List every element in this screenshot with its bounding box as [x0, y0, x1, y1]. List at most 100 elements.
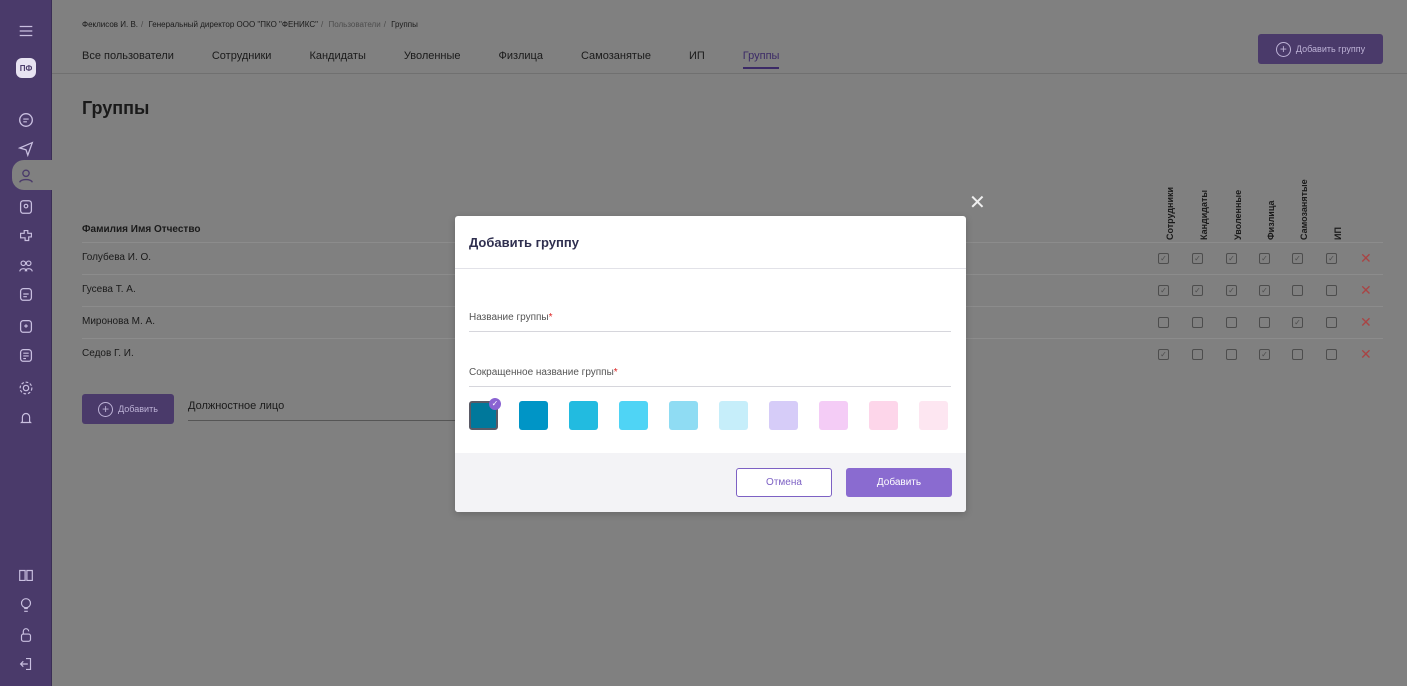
- checkbox-unchecked[interactable]: [1192, 317, 1203, 328]
- group-name-field[interactable]: Название группы*: [469, 312, 951, 332]
- breadcrumb-company[interactable]: Генеральный директор ООО "ПКО "ФЕНИКС": [149, 20, 319, 29]
- plus-circle-icon: +: [98, 401, 114, 417]
- tab-employees[interactable]: Сотрудники: [212, 50, 272, 69]
- menu-icon[interactable]: [0, 16, 52, 46]
- close-icon[interactable]: ✕: [969, 193, 986, 213]
- column-header: ИП: [1333, 227, 1343, 240]
- checkbox-checked[interactable]: ✓: [1226, 253, 1237, 264]
- checkbox-unchecked[interactable]: [1259, 317, 1270, 328]
- tabs-divider: [52, 73, 1407, 74]
- checkbox-checked[interactable]: ✓: [1259, 253, 1270, 264]
- checkbox-unchecked[interactable]: [1192, 349, 1203, 360]
- row-name: Голубева И. О.: [82, 252, 152, 263]
- color-swatch[interactable]: [869, 401, 898, 430]
- color-swatch[interactable]: [569, 401, 598, 430]
- delete-icon[interactable]: ✕: [1360, 346, 1372, 363]
- add-group-button[interactable]: + Добавить группу: [1258, 34, 1383, 64]
- checkbox-unchecked[interactable]: [1326, 349, 1337, 360]
- short-name-field[interactable]: Сокращенное название группы*: [469, 367, 951, 387]
- tab-ip[interactable]: ИП: [689, 50, 705, 69]
- calendar-icon[interactable]: [0, 279, 52, 309]
- tab-dismissed[interactable]: Уволенные: [404, 50, 461, 69]
- column-header: Самозанятые: [1299, 179, 1309, 240]
- position-input[interactable]: Должностное лицо: [188, 400, 456, 421]
- color-swatch[interactable]: [819, 401, 848, 430]
- column-header-name: Фамилия Имя Отчество: [82, 224, 201, 235]
- checkbox-unchecked[interactable]: [1292, 285, 1303, 296]
- cancel-button[interactable]: Отмена: [736, 468, 832, 497]
- color-swatch[interactable]: [519, 401, 548, 430]
- color-picker: ✓: [469, 398, 948, 430]
- modal-divider: [455, 268, 966, 269]
- tab-individuals[interactable]: Физлица: [499, 50, 543, 69]
- sidebar: ПФ: [0, 0, 52, 686]
- checkbox-unchecked[interactable]: [1226, 317, 1237, 328]
- users-icon[interactable]: [0, 251, 52, 281]
- logout-icon[interactable]: [0, 649, 52, 679]
- bell-icon[interactable]: [0, 403, 52, 433]
- tab-candidates[interactable]: Кандидаты: [309, 50, 365, 69]
- list-icon[interactable]: [0, 340, 52, 370]
- user-icon[interactable]: [0, 161, 52, 191]
- color-swatch[interactable]: ✓: [469, 398, 501, 430]
- check-icon: ✓: [489, 398, 501, 410]
- tab-self-employed[interactable]: Самозанятые: [581, 50, 651, 69]
- tab-groups[interactable]: Группы: [742, 50, 779, 69]
- add-button[interactable]: + Добавить: [82, 394, 174, 424]
- checkbox-unchecked[interactable]: [1226, 349, 1237, 360]
- puzzle-icon[interactable]: [0, 221, 52, 251]
- settings-icon[interactable]: [0, 373, 52, 403]
- color-swatch[interactable]: [769, 401, 798, 430]
- row-name: Миронова М. А.: [82, 316, 155, 327]
- tab-all-users[interactable]: Все пользователи: [82, 50, 174, 69]
- color-swatch[interactable]: [919, 401, 948, 430]
- color-swatch[interactable]: [619, 401, 648, 430]
- breadcrumb-user[interactable]: Феклисов И. В.: [82, 20, 138, 29]
- add-user-icon[interactable]: [0, 311, 52, 341]
- checkbox-checked[interactable]: ✓: [1158, 253, 1169, 264]
- modal-title: Добавить группу: [469, 235, 579, 250]
- delete-icon[interactable]: ✕: [1360, 314, 1372, 331]
- checkbox-unchecked[interactable]: [1292, 349, 1303, 360]
- delete-icon[interactable]: ✕: [1360, 282, 1372, 299]
- add-group-modal: Добавить группу Название группы* Сокраще…: [455, 216, 966, 512]
- checkbox-checked[interactable]: ✓: [1259, 285, 1270, 296]
- breadcrumb-section[interactable]: Пользователи: [328, 20, 380, 29]
- checkbox-checked[interactable]: ✓: [1226, 285, 1237, 296]
- checkbox-checked[interactable]: ✓: [1292, 253, 1303, 264]
- checkbox-checked[interactable]: ✓: [1158, 349, 1169, 360]
- checkbox-unchecked[interactable]: [1326, 285, 1337, 296]
- column-header: Кандидаты: [1199, 189, 1209, 240]
- unlock-icon[interactable]: [0, 620, 52, 650]
- checkbox-checked[interactable]: ✓: [1192, 285, 1203, 296]
- row-name: Гусева Т. А.: [82, 284, 136, 295]
- tab-bar: Все пользователи Сотрудники Кандидаты Ув…: [82, 50, 817, 69]
- modal-footer: Отмена Добавить: [455, 453, 966, 512]
- add-group-label: Добавить группу: [1295, 44, 1366, 54]
- checkbox-checked[interactable]: ✓: [1292, 317, 1303, 328]
- delete-icon[interactable]: ✕: [1360, 250, 1372, 267]
- checkbox-checked[interactable]: ✓: [1192, 253, 1203, 264]
- plus-circle-icon: +: [1275, 41, 1291, 57]
- lightbulb-icon[interactable]: [0, 590, 52, 620]
- send-icon[interactable]: [0, 133, 52, 163]
- submit-button[interactable]: Добавить: [846, 468, 952, 497]
- checkbox-unchecked[interactable]: [1326, 317, 1337, 328]
- column-header: Сотрудники: [1165, 186, 1175, 240]
- book-icon[interactable]: [0, 560, 52, 590]
- checkbox-checked[interactable]: ✓: [1259, 349, 1270, 360]
- color-swatch[interactable]: [719, 401, 748, 430]
- badge-icon[interactable]: [0, 192, 52, 222]
- page-title: Группы: [82, 98, 150, 118]
- column-header: Физлица: [1266, 200, 1276, 240]
- document-icon[interactable]: [0, 105, 52, 135]
- checkbox-checked[interactable]: ✓: [1158, 285, 1169, 296]
- checkbox-unchecked[interactable]: [1158, 317, 1169, 328]
- color-swatch[interactable]: [669, 401, 698, 430]
- logo[interactable]: ПФ: [16, 58, 36, 78]
- add-label: Добавить: [118, 404, 158, 414]
- row-name: Седов Г. И.: [82, 348, 134, 359]
- breadcrumb-current: Группы: [391, 20, 418, 29]
- checkbox-checked[interactable]: ✓: [1326, 253, 1337, 264]
- column-header: Уволенные: [1233, 189, 1243, 240]
